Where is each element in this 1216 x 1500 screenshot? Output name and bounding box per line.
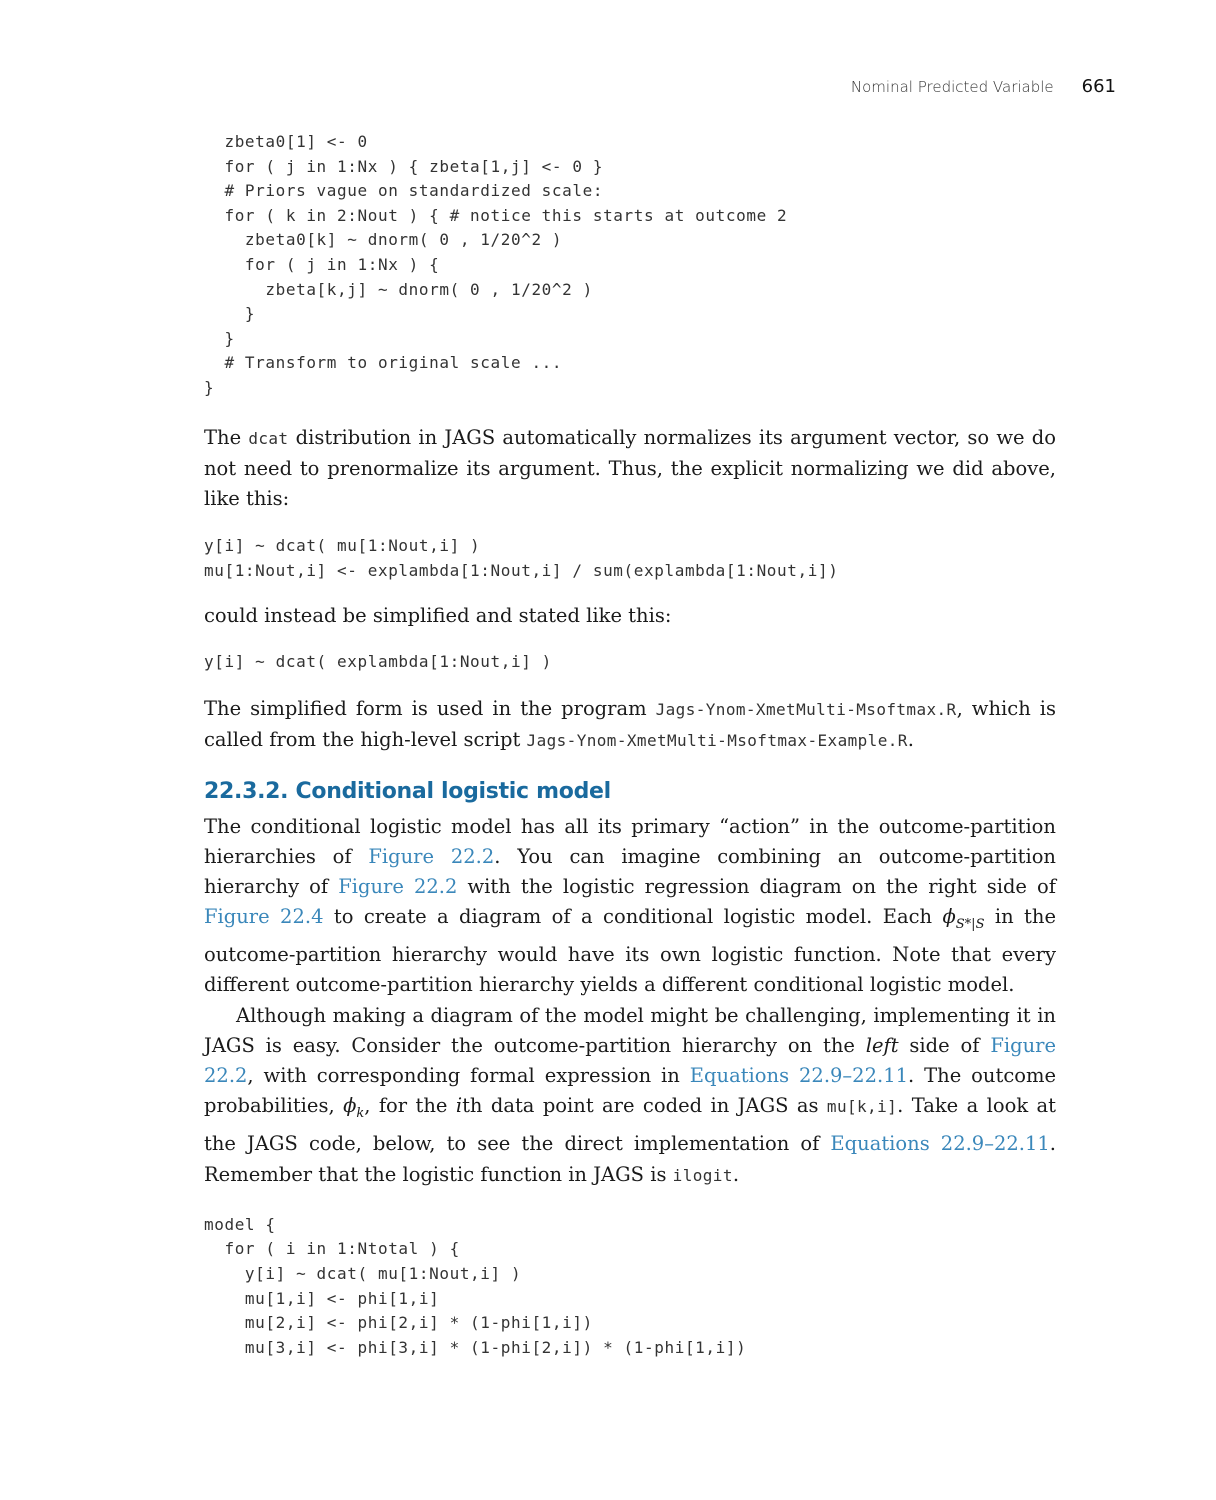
text: with the logistic regression diagram on …	[457, 874, 1056, 898]
emphasis: left	[865, 1033, 899, 1057]
code-line: # Priors vague on standardized scale:	[204, 181, 604, 201]
inline-code-filename: Jags-Ynom-XmetMulti-Msoftmax.R	[655, 700, 957, 720]
running-head: Nominal Predicted Variable 661	[851, 76, 1116, 97]
text: th data point are coded in JAGS as	[462, 1094, 827, 1118]
code-line: mu[1,i] <- phi[1,i]	[204, 1288, 440, 1308]
inline-code: mu[k,i]	[826, 1097, 898, 1117]
code-line: mu[3,i] <- phi[3,i] * (1-phi[2,i]) * (1-…	[204, 1337, 747, 1357]
math-symbol: ϕ	[942, 905, 956, 929]
text: to create a diagram of a conditional log…	[323, 905, 943, 929]
code-line: y[i] ~ dcat( mu[1:Nout,i] )	[204, 536, 481, 556]
paragraph-dcat: The dcat distribution in JAGS automatica…	[204, 423, 1056, 515]
inline-code: dcat	[248, 428, 289, 448]
inline-code-filename: Jags-Ynom-XmetMulti-Msoftmax-Example.R	[526, 731, 908, 751]
code-line: }	[204, 304, 256, 324]
math-symbol: ϕ	[343, 1094, 357, 1118]
code-line: zbeta0[1] <- 0	[204, 132, 368, 151]
code-line: y[i] ~ dcat( mu[1:Nout,i] )	[204, 1263, 522, 1283]
text: side of	[898, 1033, 991, 1057]
paragraph-conditional-logistic: The conditional logistic model has all i…	[204, 812, 1056, 1001]
code-line: # Transform to original scale ...	[204, 353, 563, 373]
code-line: }	[204, 377, 215, 397]
equation-link[interactable]: Equations 22.9–22.11	[830, 1132, 1049, 1155]
code-block-model: model { for ( i in 1:Ntotal ) { y[i] ~ d…	[204, 1213, 1056, 1361]
math-phi: ϕS*|S	[942, 905, 984, 932]
text: The	[204, 425, 249, 449]
code-line: model {	[204, 1214, 276, 1234]
code-block-simplified: y[i] ~ dcat( explambda[1:Nout,i] )	[204, 650, 1056, 675]
code-line: zbeta0[k] ~ dnorm( 0 , 1/20^2 )	[204, 230, 563, 250]
text: .	[907, 728, 914, 752]
figure-link[interactable]: Figure 22.2	[338, 875, 457, 898]
code-block-normalize: y[i] ~ dcat( mu[1:Nout,i] ) mu[1:Nout,i] …	[204, 534, 1056, 583]
equation-link[interactable]: Equations 22.9–22.11	[690, 1064, 908, 1087]
running-title: Nominal Predicted Variable	[850, 78, 1054, 96]
code-line: for ( i in 1:Ntotal ) {	[204, 1239, 460, 1259]
text: , for the	[364, 1094, 456, 1118]
page-body: zbeta0[1] <- 0 for ( j in 1:Nx ) { zbeta…	[204, 130, 1056, 1360]
code-line: mu[2,i] <- phi[2,i] * (1-phi[1,i])	[204, 1313, 593, 1333]
code-block-priors: zbeta0[1] <- 0 for ( j in 1:Nx ) { zbeta…	[204, 130, 1056, 401]
code-line: }	[204, 328, 235, 348]
math-phi: ϕk	[343, 1094, 364, 1121]
paragraph-simplified: could instead be simplified and stated l…	[204, 604, 672, 628]
paragraph-implementation: Although making a diagram of the model m…	[204, 1001, 1056, 1191]
text: The simplified form is used in the progr…	[204, 697, 656, 721]
code-line: zbeta[k,j] ~ dnorm( 0 , 1/20^2 )	[204, 279, 593, 299]
code-line: for ( j in 1:Nx ) { zbeta[1,j] <- 0 }	[204, 156, 604, 176]
paragraph-program: The simplified form is used in the progr…	[204, 694, 1056, 756]
code-line: for ( k in 2:Nout ) { # notice this star…	[204, 205, 788, 225]
page-number: 661	[1081, 76, 1116, 97]
code-line: y[i] ~ dcat( explambda[1:Nout,i] )	[204, 651, 552, 671]
text: distribution in JAGS automatically norma…	[204, 425, 1056, 510]
figure-link[interactable]: Figure 22.2	[368, 845, 494, 868]
inline-code: ilogit	[672, 1165, 733, 1185]
text: .	[732, 1162, 740, 1186]
code-line: for ( j in 1:Nx ) {	[204, 254, 440, 274]
section-heading: 22.3.2. Conditional logistic model	[204, 778, 611, 804]
figure-link[interactable]: Figure 22.4	[204, 905, 323, 928]
math-subscript: S*|S	[955, 917, 985, 933]
code-line: mu[1:Nout,i] <- explambda[1:Nout,i] / su…	[204, 560, 839, 580]
text: , with corresponding formal expression i…	[247, 1064, 690, 1088]
